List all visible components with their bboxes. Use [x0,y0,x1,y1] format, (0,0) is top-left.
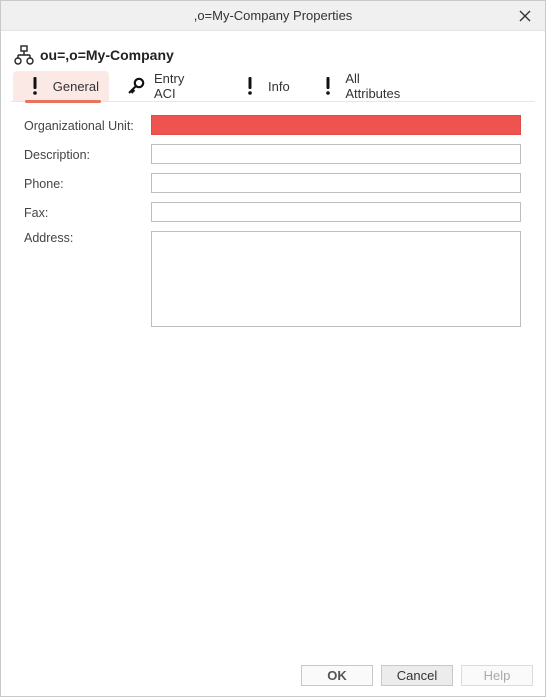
ok-button[interactable]: OK [301,665,373,686]
tab-general[interactable]: General [13,71,109,103]
address-textarea[interactable] [151,231,521,327]
description-label: Description: [24,148,90,162]
phone-label: Phone: [24,177,64,191]
phone-input[interactable] [151,173,521,193]
org-unit-label: Organizational Unit: [24,119,134,133]
title-bar: ,o=My-Company Properties [1,1,545,31]
exclamation-icon [319,77,336,95]
tab-label: All Attributes [345,71,401,101]
tab-label: General [52,78,99,94]
org-unit-input[interactable] [151,115,521,135]
properties-dialog: ,o=My-Company Properties ou=,o=My-Compan… [0,0,546,697]
description-input[interactable] [151,144,521,164]
tab-bar: General Entry ACI Info All Attributes [11,71,535,103]
close-button[interactable] [511,4,539,28]
help-button[interactable]: Help [461,665,533,686]
entry-header: ou=,o=My-Company [13,43,174,67]
window-title: ,o=My-Company Properties [193,8,353,23]
active-tab-indicator [25,100,101,103]
tab-label: Entry ACI [154,71,185,101]
tab-all-attributes[interactable]: All Attributes [305,71,425,101]
fax-input[interactable] [151,202,521,222]
tree-node-icon [14,45,34,65]
tab-label: Info [268,78,290,94]
exclamation-icon [27,77,44,95]
address-label: Address: [24,231,74,245]
key-icon [127,77,145,95]
entry-title: ou=,o=My-Company [40,47,174,63]
cancel-button[interactable]: Cancel [381,665,453,686]
close-icon [519,10,531,22]
tab-entry-aci[interactable]: Entry ACI [113,71,217,101]
fax-label: Fax: [24,206,49,220]
tab-info[interactable]: Info [227,71,307,101]
exclamation-icon [241,77,259,95]
